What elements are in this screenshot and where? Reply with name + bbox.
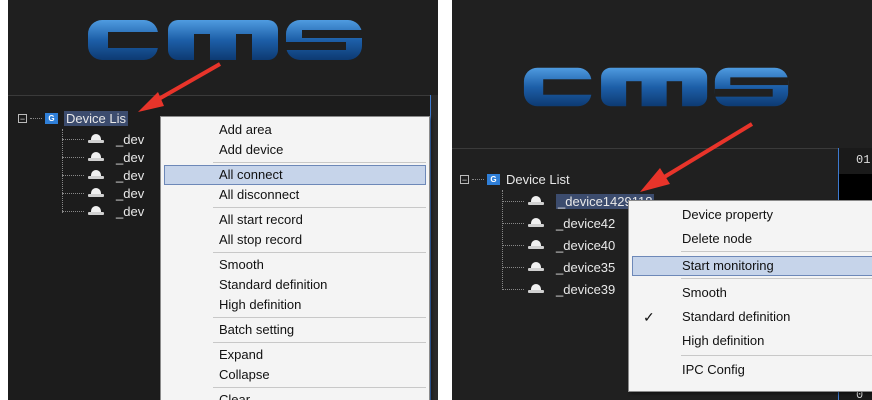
left-screenshot-panel: − G Device Lis _dev _dev _dev _dev _dev …	[8, 0, 438, 400]
menu-separator	[213, 207, 426, 208]
menu-item-high-definition[interactable]: High definition	[629, 331, 872, 351]
slot-number: 01	[856, 153, 871, 167]
menu-item-delete-node[interactable]: Delete node	[629, 229, 872, 249]
menu-item-all-disconnect[interactable]: All disconnect	[161, 185, 429, 205]
menu-item-standard-definition[interactable]: Standard definition	[161, 275, 429, 295]
menu-item-standard-definition[interactable]: ✓ Standard definition	[629, 307, 872, 327]
side-panel-edge	[430, 95, 438, 400]
menu-item-label: Standard definition	[682, 309, 791, 324]
device-name[interactable]: _device35	[556, 260, 615, 275]
menu-separator	[213, 342, 426, 343]
red-arrow-annotation	[640, 122, 754, 192]
device-list-root[interactable]: − G Device Lis	[18, 111, 128, 126]
device-row[interactable]: _device35	[502, 257, 615, 277]
camera-icon	[88, 134, 104, 144]
device-row[interactable]: _dev	[62, 183, 144, 203]
device-name[interactable]: _dev	[116, 150, 144, 165]
camera-icon	[88, 206, 104, 216]
tree-connector	[30, 118, 42, 119]
group-icon: G	[487, 174, 500, 185]
device-name[interactable]: _device40	[556, 238, 615, 253]
menu-separator	[213, 162, 426, 163]
camera-icon	[88, 152, 104, 162]
camera-icon	[528, 284, 544, 294]
camera-icon	[528, 262, 544, 272]
menu-item-expand[interactable]: Expand	[161, 345, 429, 365]
device-name[interactable]: _dev	[116, 186, 144, 201]
right-screenshot-panel: 01 0 − G Device List _device1429118 _dev…	[452, 0, 872, 400]
group-icon: G	[45, 113, 58, 124]
device-row[interactable]: _dev	[62, 201, 144, 221]
menu-item-batch-setting[interactable]: Batch setting	[161, 320, 429, 340]
device-name[interactable]: _dev	[116, 168, 144, 183]
menu-item-device-property[interactable]: Device property	[629, 205, 872, 225]
checkmark-icon: ✓	[643, 309, 655, 325]
menu-item-all-start-record[interactable]: All start record	[161, 210, 429, 230]
menu-item-add-area[interactable]: Add area	[161, 120, 429, 140]
device-name[interactable]: _dev	[116, 132, 144, 147]
menu-separator	[681, 355, 872, 356]
device-name[interactable]: _dev	[116, 204, 144, 219]
tree-connector	[472, 179, 484, 180]
context-menu: Device property Delete node Start monito…	[628, 200, 872, 392]
device-list-root[interactable]: − G Device List	[460, 172, 570, 187]
menu-item-smooth[interactable]: Smooth	[161, 255, 429, 275]
camera-icon	[88, 170, 104, 180]
device-row[interactable]: _device40	[502, 235, 615, 255]
menu-item-collapse[interactable]: Collapse	[161, 365, 429, 385]
menu-item-all-connect[interactable]: All connect	[164, 165, 426, 185]
collapse-icon[interactable]: −	[18, 114, 27, 124]
menu-item-clear[interactable]: Clear	[161, 390, 429, 400]
menu-separator	[213, 387, 426, 388]
menu-item-high-definition[interactable]: High definition	[161, 295, 429, 315]
device-list-label[interactable]: Device Lis	[64, 111, 128, 126]
camera-icon	[88, 188, 104, 198]
collapse-icon[interactable]: −	[460, 175, 469, 185]
camera-icon	[528, 240, 544, 250]
camera-icon	[528, 218, 544, 228]
menu-item-start-monitoring[interactable]: Start monitoring	[632, 256, 872, 276]
menu-separator	[681, 251, 872, 252]
device-row[interactable]: _dev	[62, 129, 144, 149]
menu-item-add-device[interactable]: Add device	[161, 140, 429, 160]
menu-item-ipc-config[interactable]: IPC Config	[629, 360, 872, 380]
device-row[interactable]: _dev	[62, 147, 144, 167]
camera-icon	[528, 196, 544, 206]
menu-separator	[213, 317, 426, 318]
red-arrow-annotation	[138, 62, 221, 112]
menu-separator	[681, 278, 872, 279]
menu-item-all-stop-record[interactable]: All stop record	[161, 230, 429, 250]
menu-item-smooth[interactable]: Smooth	[629, 283, 872, 303]
menu-separator	[213, 252, 426, 253]
device-list-label[interactable]: Device List	[506, 172, 570, 187]
context-menu: Add area Add device All connect All disc…	[160, 116, 430, 400]
device-name[interactable]: _device39	[556, 282, 615, 297]
device-row[interactable]: _dev	[62, 165, 144, 185]
device-name[interactable]: _device42	[556, 216, 615, 231]
cms-logo	[522, 58, 792, 116]
device-row[interactable]: _device42	[502, 213, 615, 233]
device-row[interactable]: _device39	[502, 279, 615, 299]
